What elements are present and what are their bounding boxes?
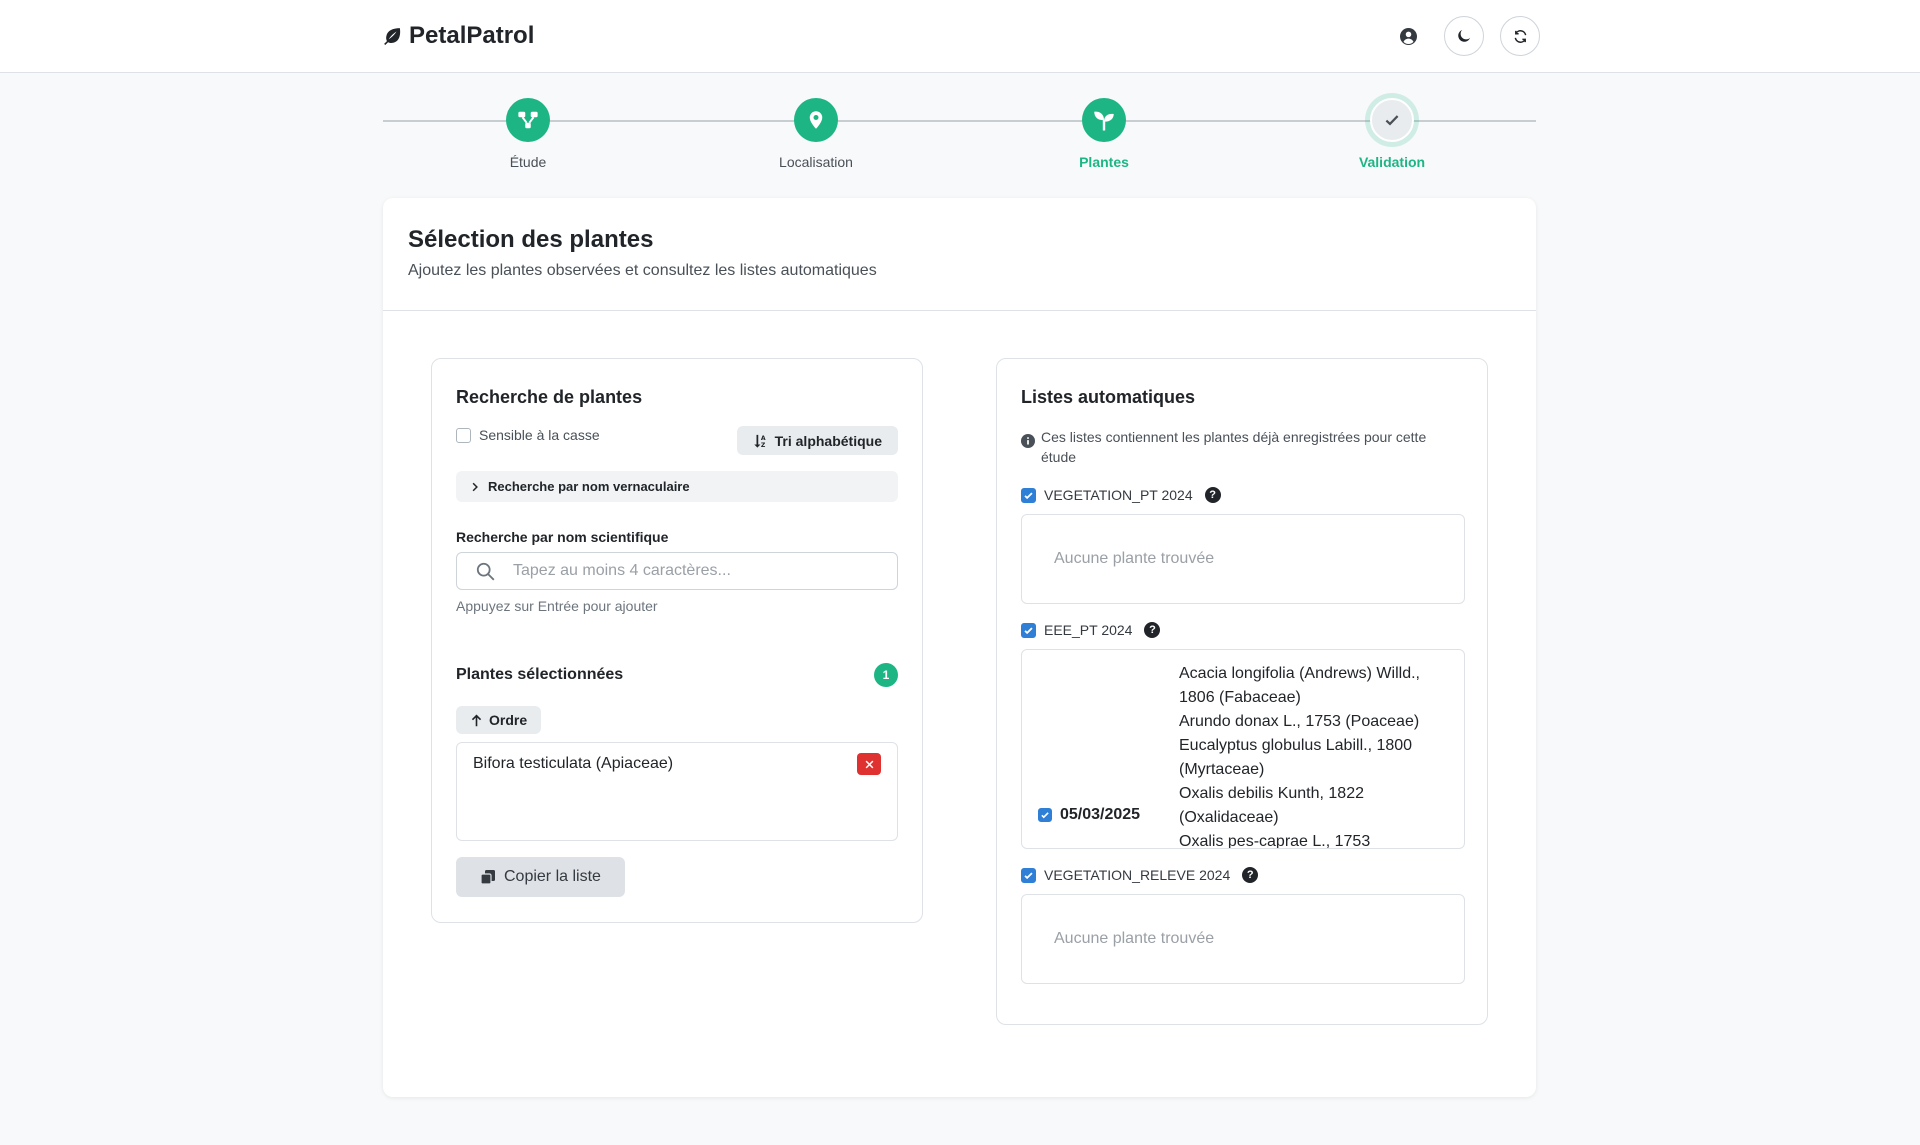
selected-plants-title: Plantes sélectionnées xyxy=(456,666,624,683)
empty-message: Aucune plante trouvée xyxy=(1054,930,1215,947)
svg-text:A: A xyxy=(761,435,766,442)
plant-entry: Acacia longifolia (Andrews) Willd., 1806… xyxy=(1179,665,1420,706)
step-plantes[interactable]: Plantes xyxy=(1024,98,1184,170)
step-circle xyxy=(794,98,838,142)
refresh-icon xyxy=(1514,29,1526,43)
step-circle xyxy=(1370,98,1414,142)
help-icon[interactable]: ? xyxy=(1242,867,1259,883)
step-etude[interactable]: Étude xyxy=(448,98,608,170)
list-checkbox[interactable] xyxy=(1021,867,1036,883)
refresh-button[interactable] xyxy=(1500,16,1540,56)
plant-entry: Oxalis debilis Kunth, 1822 (Oxalidaceae) xyxy=(1179,785,1364,826)
info-icon xyxy=(1021,427,1035,467)
page-title: Sélection des plantes xyxy=(408,226,654,253)
list-vegetation-releve[interactable]: VEGETATION_RELEVE 2024 ? xyxy=(1021,867,1259,883)
selected-count-badge: 1 xyxy=(874,663,898,687)
step-label: Validation xyxy=(1358,154,1426,170)
arrow-up-icon xyxy=(471,713,482,726)
map-pin-icon xyxy=(809,111,823,129)
search-panel-title: Recherche de plantes xyxy=(456,387,643,407)
list-eee-pt[interactable]: EEE_PT 2024 ? xyxy=(1021,622,1161,638)
user-circle-icon xyxy=(1399,27,1417,45)
selected-plant-item: Bifora testiculata (Apiaceae) xyxy=(473,755,674,772)
moon-icon xyxy=(1458,29,1471,42)
scientific-search-input[interactable]: Tapez au moins 4 caractères... xyxy=(513,562,731,580)
case-sensitive-label: Sensible à la casse xyxy=(479,427,600,443)
order-label: Ordre xyxy=(489,712,528,728)
plant-entry: Oxalis pes-caprae L., 1753 xyxy=(1179,833,1371,849)
sort-alpha-icon: AZ xyxy=(753,434,766,448)
sort-label: Tri alphabétique xyxy=(774,432,882,449)
brand[interactable]: PetalPatrol xyxy=(383,22,534,50)
search-panel: Recherche de plantes Sensible à la casse… xyxy=(431,358,923,923)
selected-plants-list: Bifora testiculata (Apiaceae) xyxy=(456,742,898,841)
step-label: Plantes xyxy=(1079,154,1129,170)
step-label: Localisation xyxy=(779,154,853,170)
step-localisation[interactable]: Localisation xyxy=(736,98,896,170)
close-icon xyxy=(865,760,873,768)
remove-plant-button[interactable] xyxy=(857,753,881,775)
order-button[interactable]: Ordre xyxy=(456,706,542,734)
info-text: Ces listes contiennent les plantes déjà … xyxy=(1041,429,1427,465)
chevron-right-icon xyxy=(472,482,478,491)
progress-stepper: Étude Localisation Plantes Validation xyxy=(383,98,1536,178)
case-sensitive-checkbox[interactable] xyxy=(456,427,471,443)
diagram-icon xyxy=(518,111,538,129)
search-hint: Appuyez sur Entrée pour ajouter xyxy=(456,598,658,614)
alphabetical-sort-button[interactable]: AZ Tri alphabétique xyxy=(736,426,898,455)
list-name: VEGETATION_RELEVE 2024 xyxy=(1044,867,1231,883)
observation-date-row[interactable]: 05/03/2025 xyxy=(1038,806,1140,824)
list-name: EEE_PT 2024 xyxy=(1044,622,1133,638)
step-circle xyxy=(1082,98,1126,142)
checkmark-icon xyxy=(1024,626,1033,634)
list-eee-pt-content: 05/03/2025 Acacia longifolia (Andrews) W… xyxy=(1021,649,1465,849)
vernacular-search-toggle[interactable]: Recherche par nom vernaculaire xyxy=(456,471,898,502)
step-label: Étude xyxy=(509,154,547,170)
date-checkbox[interactable] xyxy=(1038,808,1052,822)
help-icon[interactable]: ? xyxy=(1204,487,1221,503)
user-menu[interactable] xyxy=(1388,16,1428,56)
empty-message: Aucune plante trouvée xyxy=(1054,550,1215,567)
help-icon[interactable]: ? xyxy=(1144,622,1161,638)
search-icon xyxy=(457,562,513,581)
list-name: VEGETATION_PT 2024 xyxy=(1044,487,1193,503)
observation-date: 05/03/2025 xyxy=(1060,806,1141,823)
checkmark-icon xyxy=(1024,491,1033,499)
list-checkbox[interactable] xyxy=(1021,487,1036,503)
list-vegetation-releve-content: Aucune plante trouvée xyxy=(1021,894,1465,984)
automatic-lists-panel: Listes automatiques Ces listes contienne… xyxy=(996,358,1488,1025)
plant-selection-card: Sélection des plantes Ajoutez les plante… xyxy=(383,198,1536,1097)
copy-list-button[interactable]: Copier la liste xyxy=(456,857,625,897)
plant-entry: Eucalyptus globulus Labill., 1800 (Myrta… xyxy=(1179,737,1413,778)
copy-label: Copier la liste xyxy=(504,868,601,885)
automatic-lists-info: Ces listes contiennent les plantes déjà … xyxy=(1021,427,1465,467)
checkmark-icon xyxy=(1041,812,1049,819)
page-subtitle: Ajoutez les plantes observées et consult… xyxy=(408,262,877,279)
sprout-icon xyxy=(1094,111,1114,131)
step-validation[interactable]: Validation xyxy=(1312,98,1472,170)
brand-name: PetalPatrol xyxy=(409,22,535,49)
eee-plant-list: Acacia longifolia (Andrews) Willd., 1806… xyxy=(1179,662,1449,849)
svg-text:Z: Z xyxy=(761,442,766,448)
case-sensitive-option[interactable]: Sensible à la casse xyxy=(456,427,600,443)
step-circle xyxy=(506,98,550,142)
list-vegetation-pt-content: Aucune plante trouvée xyxy=(1021,514,1465,604)
theme-toggle-button[interactable] xyxy=(1444,16,1484,56)
list-vegetation-pt[interactable]: VEGETATION_PT 2024 ? xyxy=(1021,487,1221,503)
list-checkbox[interactable] xyxy=(1021,622,1036,638)
top-navbar: PetalPatrol xyxy=(0,0,1920,73)
checkmark-icon xyxy=(1024,871,1033,879)
plant-entry: Arundo donax L., 1753 (Poaceae) xyxy=(1179,713,1420,730)
vernacular-label: Recherche par nom vernaculaire xyxy=(488,479,690,494)
check-icon xyxy=(1385,115,1399,126)
card-header: Sélection des plantes Ajoutez les plante… xyxy=(383,198,1536,311)
copy-icon xyxy=(480,870,495,885)
automatic-lists-title: Listes automatiques xyxy=(1021,387,1196,407)
leaf-icon xyxy=(384,28,401,45)
scientific-search-field[interactable]: Tapez au moins 4 caractères... xyxy=(456,552,898,590)
scientific-search-label: Recherche par nom scientifique xyxy=(456,529,669,545)
